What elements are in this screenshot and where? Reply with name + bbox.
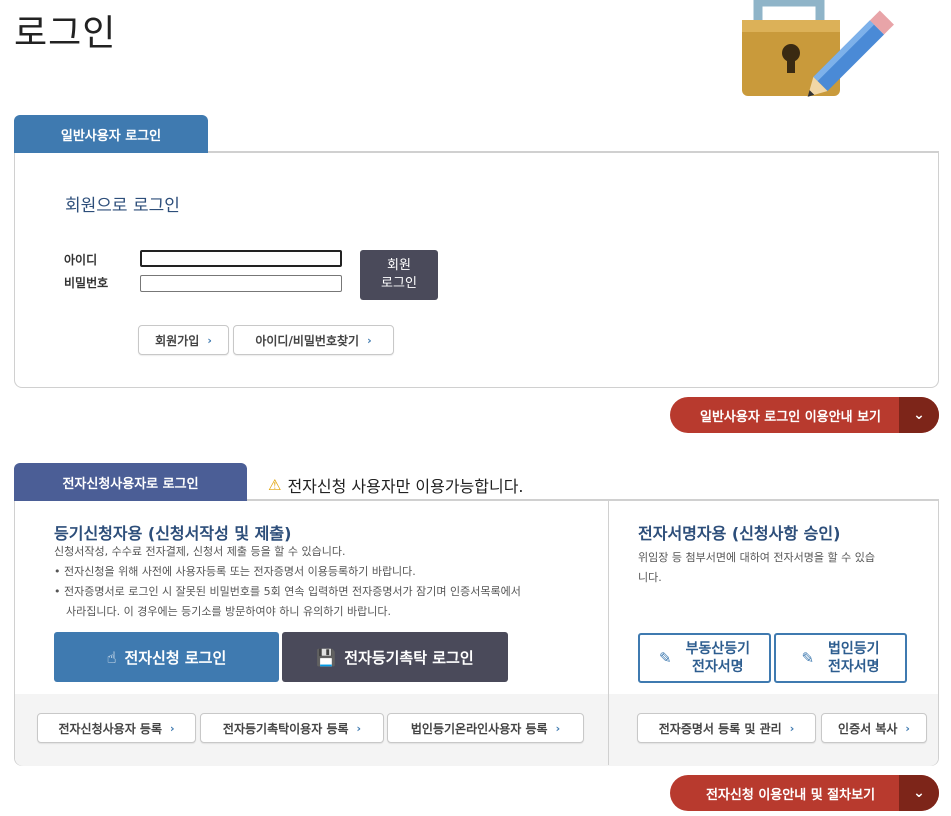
section-divider <box>608 501 609 765</box>
member-login-button[interactable]: 회원 로그인 <box>360 250 438 300</box>
register-e-user-button[interactable]: 전자신청사용자 등록 › <box>37 713 196 743</box>
general-guide-label: 일반사용자 로그인 이용안내 보기 <box>699 409 882 425</box>
register-corp-user-label: 법인등기온라인사용자 등록 <box>410 721 548 736</box>
id-input[interactable] <box>140 250 342 267</box>
general-guide-button[interactable]: 일반사용자 로그인 이용안내 보기 ⌄ <box>670 397 939 433</box>
corporate-sign-button[interactable]: ✎ 법인등기 전자서명 <box>774 633 907 683</box>
chevron-down-icon: ⌄ <box>899 775 939 811</box>
e-application-login-label: 전자신청 로그인 <box>124 648 227 667</box>
real-estate-sign-line1: 부동산등기 <box>685 641 750 657</box>
chevron-right-icon: › <box>170 721 175 735</box>
e-trust-login-label: 전자등기촉탁 로그인 <box>344 648 474 667</box>
chevron-right-icon: › <box>555 721 561 735</box>
password-input[interactable] <box>140 275 342 292</box>
edit-icon: ✎ <box>659 649 672 667</box>
registry-heading: 등기신청자용 (신청서작성 및 제출) <box>54 524 292 543</box>
warning-icon: ⚠ <box>268 476 282 494</box>
real-estate-sign-button[interactable]: ✎ 부동산등기 전자서명 <box>638 633 771 683</box>
find-button-label: 아이디/비밀번호찾기 <box>255 333 360 348</box>
warning-notice: ⚠ 전자신청 사용자만 이용가능합니다. <box>268 473 524 497</box>
id-label: 아이디 <box>64 253 98 267</box>
registry-desc-1: 신청서작성, 수수료 전자결제, 신청서 제출 등을 할 수 있습니다. <box>54 545 346 558</box>
e-application-login-button[interactable]: ☝ 전자신청 로그인 <box>54 632 279 682</box>
registry-desc-2: • 전자신청을 위해 사전에 사용자등록 또는 전자증명서 이용등록하기 바랍니… <box>54 565 416 578</box>
registry-desc-3: • 전자증명서로 로그인 시 잘못된 비밀번호를 5회 연속 입력하면 전자증명… <box>54 585 521 598</box>
cert-manage-button[interactable]: 전자증명서 등록 및 관리 › <box>637 713 816 743</box>
tab-einfo-login[interactable]: 전자신청사용자로 로그인 <box>14 463 247 501</box>
member-login-button-line2: 로그인 <box>381 276 417 291</box>
sign-desc-1: 위임장 등 첨부서면에 대하여 전자서명을 할 수 있습 <box>638 551 875 564</box>
registry-desc-4: 사라집니다. 이 경우에는 등기소를 방문하여야 하니 유의하기 바랍니다. <box>66 605 391 618</box>
einfo-guide-button[interactable]: 전자신청 이용안내 및 절차보기 ⌄ <box>670 775 939 811</box>
edit-icon: ✎ <box>801 649 815 667</box>
sign-heading: 전자서명자용 (신청사항 승인) <box>638 524 841 543</box>
e-trust-login-button[interactable]: 💾 전자등기촉탁 로그인 <box>282 632 508 682</box>
member-login-button-line1: 회원 <box>387 258 411 273</box>
find-id-password-button[interactable]: 아이디/비밀번호찾기 › <box>233 325 394 355</box>
chevron-down-icon: ⌄ <box>899 397 939 433</box>
einfo-login-panel: 등기신청자용 (신청서작성 및 제출) 신청서작성, 수수료 전자결제, 신청서… <box>14 501 939 766</box>
chevron-right-icon: › <box>905 721 910 735</box>
corporate-sign-line2: 전자서명 <box>828 659 880 675</box>
register-corp-user-button[interactable]: 법인등기온라인사용자 등록 › <box>387 713 584 743</box>
join-button-label: 회원가입 <box>155 333 200 348</box>
corporate-sign-line1: 법인등기 <box>828 641 880 657</box>
einfo-guide-label: 전자신청 이용안내 및 절차보기 <box>705 787 876 803</box>
register-trust-user-button[interactable]: 전자등기촉탁이용자 등록 › <box>200 713 384 743</box>
cert-copy-button[interactable]: 인증서 복사 › <box>821 713 927 743</box>
sign-desc-2: 니다. <box>638 571 662 584</box>
cert-copy-label: 인증서 복사 <box>838 721 898 736</box>
register-e-user-label: 전자신청사용자 등록 <box>58 721 162 736</box>
chevron-right-icon: › <box>367 333 372 347</box>
member-login-heading: 회원으로 로그인 <box>65 196 180 216</box>
general-login-panel: 회원으로 로그인 아이디 비밀번호 회원 로그인 회원가입 › 아이디/비밀번호찾… <box>14 153 939 388</box>
save-disk-icon: 💾 <box>316 647 337 667</box>
lock-pencil-illustration <box>742 0 894 97</box>
register-trust-user-label: 전자등기촉탁이용자 등록 <box>222 721 349 736</box>
touch-hand-icon: ☝ <box>106 647 117 667</box>
page-title: 로그인 <box>14 13 117 54</box>
password-label: 비밀번호 <box>64 276 109 290</box>
cert-manage-label: 전자증명서 등록 및 관리 <box>658 721 782 736</box>
join-button[interactable]: 회원가입 › <box>138 325 229 355</box>
tab-general-login[interactable]: 일반사용자 로그인 <box>14 115 208 153</box>
chevron-right-icon: › <box>356 721 362 735</box>
real-estate-sign-line2: 전자서명 <box>692 659 744 675</box>
chevron-right-icon: › <box>207 333 212 347</box>
warning-text: 전자신청 사용자만 이용가능합니다. <box>287 477 524 496</box>
chevron-right-icon: › <box>789 721 795 735</box>
